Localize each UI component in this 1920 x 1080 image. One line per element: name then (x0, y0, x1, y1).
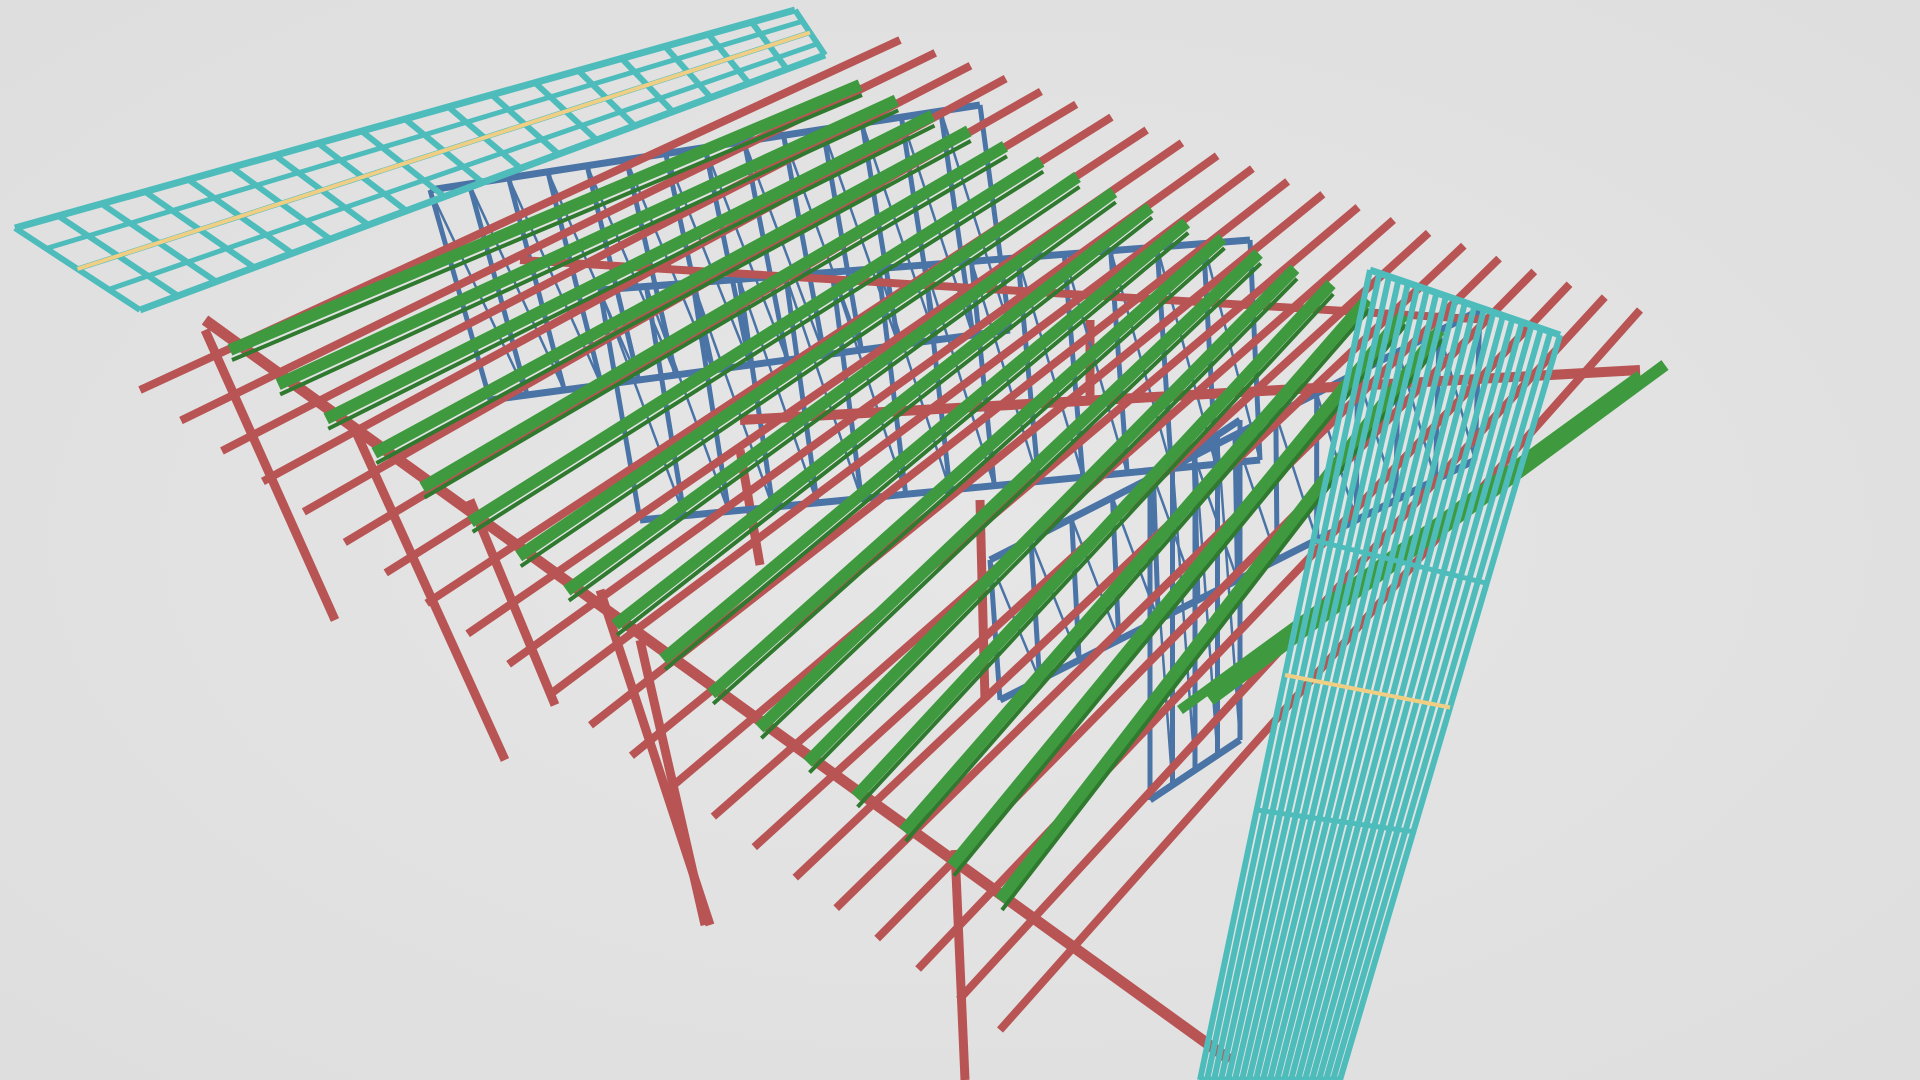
column-6 (950, 849, 970, 1080)
3d-viewport[interactable] (0, 0, 1920, 1080)
ceiling-grids-layer (13, 6, 1563, 1080)
steel-frame-model (13, 6, 1669, 1080)
